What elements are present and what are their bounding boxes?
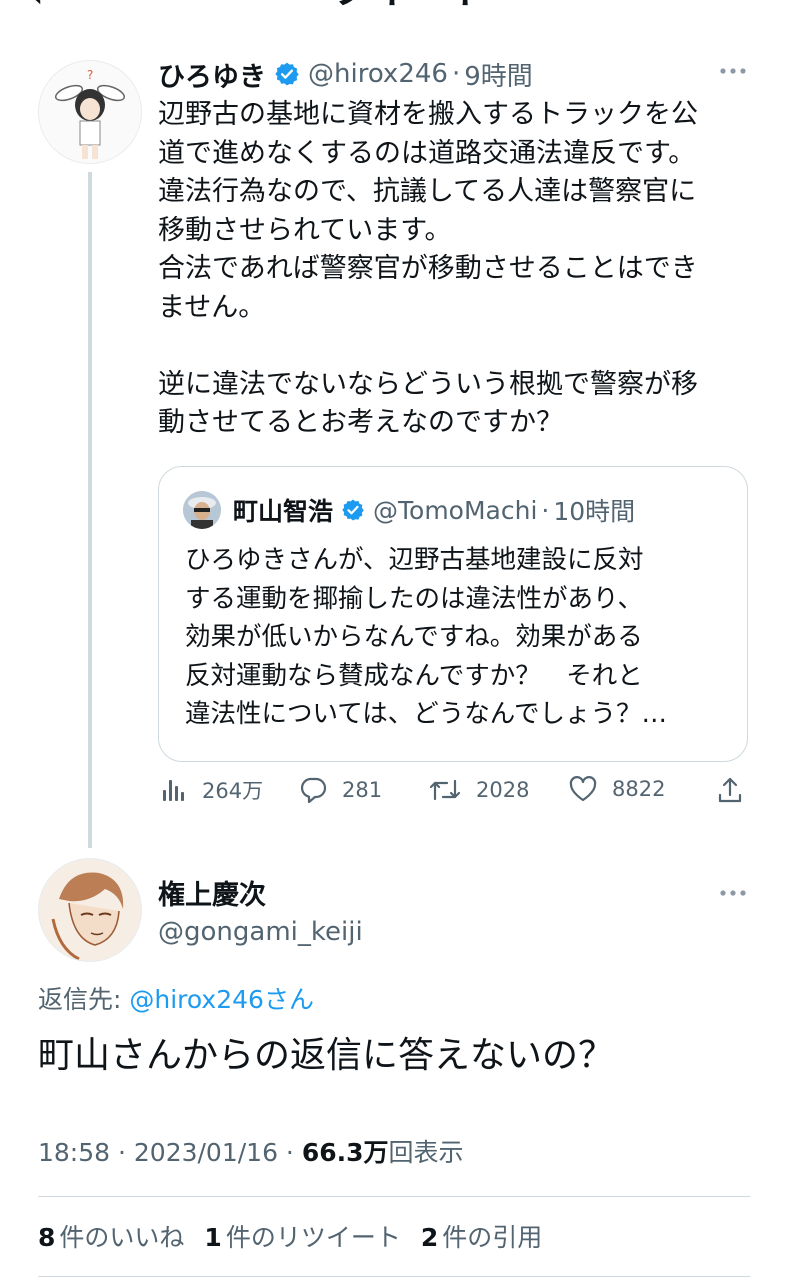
quoted-tweet-header: 町山智浩 @TomoMachi · 10時間 — [233, 491, 635, 529]
divider — [38, 1276, 750, 1277]
views-label: 回表示 — [388, 1138, 464, 1167]
reply-to-suffix: さん — [263, 985, 314, 1014]
separator-dot: · — [541, 495, 550, 525]
quotes-stat[interactable]: 2 件の引用 — [421, 1218, 542, 1254]
back-icon[interactable]: ‹ — [28, 0, 44, 14]
tweet-meta: 18:58 · 2023/01/16 · 66.3万回表示 — [38, 1133, 464, 1169]
reply-to-line: 返信先: @hirox246さん — [38, 980, 314, 1016]
reply-count: 281 — [342, 778, 383, 802]
quoted-tweet-text: ひろゆきさんが、辺野古基地建設に反対 する運動を揶揄したのは違法性があり、 効果… — [185, 545, 667, 729]
tweet-time[interactable]: 18:58 — [38, 1138, 110, 1167]
verified-badge-icon — [341, 498, 365, 522]
avatar — [183, 491, 221, 529]
quotes-stat-label: 件の引用 — [442, 1223, 543, 1252]
reply-to-handle-link[interactable]: @hirox246 — [129, 985, 264, 1014]
quoted-author-handle: @TomoMachi — [373, 495, 538, 525]
views-icon — [163, 780, 184, 801]
reply-author-name-row: 権上慶次 — [158, 873, 266, 912]
more-icon[interactable] — [718, 878, 748, 915]
tweet-time[interactable]: 9時間 — [464, 56, 533, 93]
divider — [38, 1196, 750, 1197]
quoted-tweet[interactable]: 町山智浩 @TomoMachi · 10時間 ひろゆきさんが、辺野古基地建設に反… — [158, 466, 748, 762]
tweet-text: 辺野古の基地に資材を搬入するトラックを公 道で進めなくするのは道路交通法違反です… — [158, 99, 698, 438]
share-icon — [718, 777, 742, 803]
avatar[interactable] — [38, 858, 142, 962]
author-name[interactable]: 権上慶次 — [158, 873, 266, 912]
separator-dot: · — [110, 1138, 134, 1167]
retweets-stat-label: 件のリツイート — [225, 1223, 401, 1252]
thread-connector-line — [88, 172, 92, 848]
separator-dot: · — [451, 59, 461, 89]
verified-badge-icon — [274, 61, 300, 87]
reply-to-label: 返信先: — [38, 985, 130, 1014]
reply-tweet-text: 町山さんからの返信に答えないの？ — [38, 1035, 615, 1076]
engagement-stats: 8 件のいいね 1 件のリツイート 2 件の引用 — [38, 1218, 562, 1254]
reply-icon — [300, 777, 327, 804]
like-icon — [569, 776, 597, 802]
reply-button[interactable]: 281 — [298, 775, 382, 805]
views-count: 264万 — [202, 779, 264, 803]
views-button[interactable]: 264万 — [160, 775, 263, 805]
tweet-header: ひろゆき @hirox246 · 9時間 — [158, 55, 533, 94]
retweet-count: 2028 — [476, 778, 530, 802]
author-handle[interactable]: @gongami_keiji — [158, 917, 363, 947]
likes-stat-count: 8 — [38, 1223, 56, 1252]
author-name[interactable]: ひろゆき — [158, 55, 266, 94]
avatar[interactable]: ? — [38, 60, 142, 164]
likes-stat[interactable]: 8 件のいいね — [38, 1218, 184, 1254]
retweets-stat-count: 1 — [204, 1223, 222, 1252]
svg-text:?: ? — [87, 68, 93, 82]
more-icon[interactable] — [718, 56, 748, 93]
quoted-author-name: 町山智浩 — [233, 497, 334, 526]
like-button[interactable]: 8822 — [568, 775, 665, 803]
separator-dot: · — [277, 1138, 302, 1167]
tweet-date[interactable]: 2023/01/16 — [134, 1138, 278, 1167]
tweet-actions: 264万 281 2028 8822 — [160, 775, 750, 815]
share-button[interactable] — [716, 775, 758, 805]
retweet-button[interactable]: 2028 — [428, 775, 529, 805]
like-count: 8822 — [612, 777, 666, 801]
retweet-icon — [429, 779, 461, 801]
retweets-stat[interactable]: 1 件のリツイート — [204, 1218, 400, 1254]
reply-author-handle-row: @gongami_keiji — [158, 914, 363, 950]
top-bar: ‹ ツイート — [0, 0, 787, 14]
quoted-tweet-time: 10時間 — [553, 497, 636, 526]
quotes-stat-count: 2 — [420, 1223, 439, 1252]
page-title: ツイート — [330, 0, 490, 10]
likes-stat-label: 件のいいね — [59, 1223, 185, 1252]
author-handle[interactable]: @hirox246 — [308, 59, 448, 89]
views-count: 66.3万 — [301, 1138, 389, 1167]
